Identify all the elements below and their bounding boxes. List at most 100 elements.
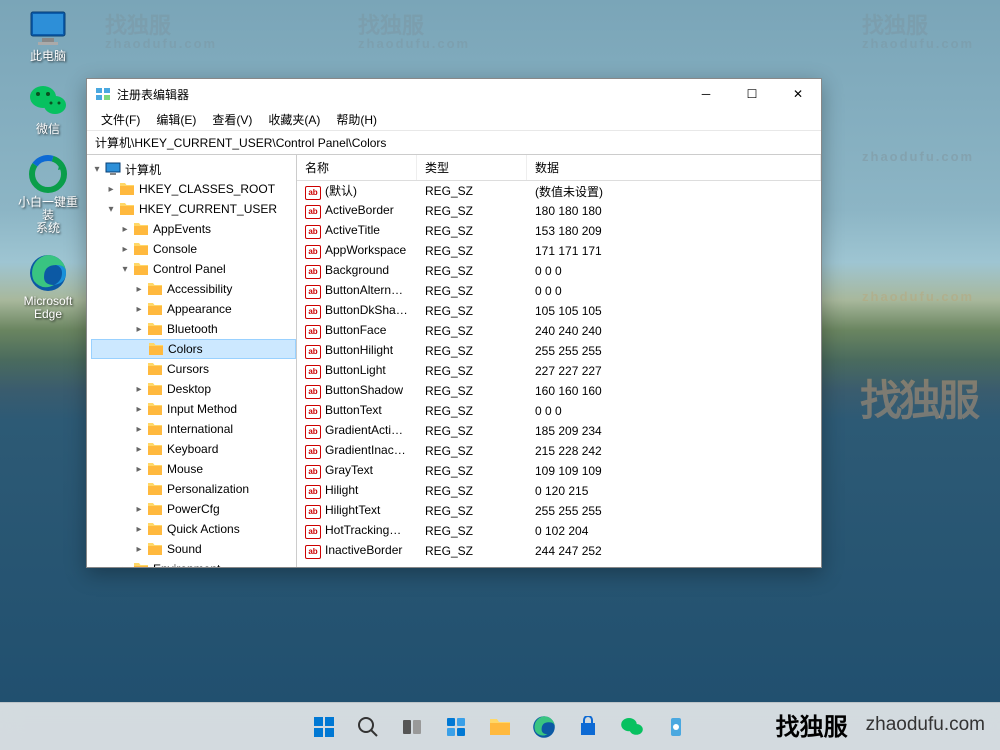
tree-item[interactable]: ▸Accessibility [91, 279, 296, 299]
registry-tree[interactable]: ▾计算机▸HKEY_CLASSES_ROOT▾HKEY_CURRENT_USER… [87, 155, 297, 567]
registry-value-row[interactable]: abButtonDkShad... REG_SZ 105 105 105 [297, 301, 821, 321]
string-icon: ab [305, 345, 321, 359]
registry-value-row[interactable]: ab(默认) REG_SZ (数值未设置) [297, 181, 821, 201]
explorer-button[interactable] [480, 707, 520, 747]
watermark-sub: zhaodufu.com [862, 37, 974, 50]
menu-edit[interactable]: 编辑(E) [148, 111, 204, 128]
string-icon: ab [305, 405, 321, 419]
desktop-icon-wechat[interactable]: 微信 [8, 81, 88, 136]
tree-item[interactable]: ▸Sound [91, 539, 296, 559]
tree-hkcr[interactable]: ▸HKEY_CLASSES_ROOT [91, 179, 296, 199]
registry-value-row[interactable]: abAppWorkspace REG_SZ 171 171 171 [297, 241, 821, 261]
app-button[interactable] [656, 707, 696, 747]
registry-value-row[interactable]: abButtonHilight REG_SZ 255 255 255 [297, 341, 821, 361]
string-icon: ab [305, 285, 321, 299]
search-button[interactable] [348, 707, 388, 747]
regedit-icon [95, 86, 111, 102]
registry-value-row[interactable]: abGrayText REG_SZ 109 109 109 [297, 461, 821, 481]
tree-root[interactable]: ▾计算机 [91, 159, 296, 179]
titlebar[interactable]: 注册表编辑器 ─ ☐ ✕ [87, 79, 821, 109]
tree-hkcu[interactable]: ▾HKEY_CURRENT_USER [91, 199, 296, 219]
maximize-button[interactable]: ☐ [729, 79, 775, 109]
registry-value-row[interactable]: abActiveBorder REG_SZ 180 180 180 [297, 201, 821, 221]
column-name[interactable]: 名称 [297, 155, 417, 180]
desktop-icon-label: 此电脑 [30, 50, 66, 63]
desktop-icon-pc[interactable]: 此电脑 [8, 8, 88, 63]
tree-item[interactable]: ▸Quick Actions [91, 519, 296, 539]
menu-favorites[interactable]: 收藏夹(A) [260, 111, 328, 128]
reinstall-icon [28, 154, 68, 194]
branding: 找独服 zhaodufu.com [776, 707, 985, 742]
close-button[interactable]: ✕ [775, 79, 821, 109]
pc-icon [28, 8, 68, 48]
regedit-window: 注册表编辑器 ─ ☐ ✕ 文件(F) 编辑(E) 查看(V) 收藏夹(A) 帮助… [86, 78, 822, 568]
watermark-text: 找独服 [105, 13, 171, 38]
wechat-taskbar-button[interactable] [612, 707, 652, 747]
tree-item[interactable]: ▸AppEvents [91, 219, 296, 239]
menu-help[interactable]: 帮助(H) [328, 111, 385, 128]
tree-item[interactable]: ▸Keyboard [91, 439, 296, 459]
registry-value-row[interactable]: abButtonLight REG_SZ 227 227 227 [297, 361, 821, 381]
registry-value-row[interactable]: abButtonText REG_SZ 0 0 0 [297, 401, 821, 421]
registry-value-row[interactable]: abButtonFace REG_SZ 240 240 240 [297, 321, 821, 341]
column-data[interactable]: 数据 [527, 155, 821, 180]
desktop-icon-edge[interactable]: Microsoft Edge [8, 253, 88, 321]
watermark-large: 找独服 [860, 380, 977, 422]
string-icon: ab [305, 445, 321, 459]
edge-icon [28, 253, 68, 293]
tree-item[interactable]: ▸International [91, 419, 296, 439]
minimize-button[interactable]: ─ [683, 79, 729, 109]
string-icon: ab [305, 385, 321, 399]
registry-value-row[interactable]: abGradientInactiv... REG_SZ 215 228 242 [297, 441, 821, 461]
tree-item[interactable]: ▾Control Panel [91, 259, 296, 279]
string-icon: ab [305, 465, 321, 479]
branding-cn: 找独服 [776, 707, 848, 742]
start-button[interactable] [304, 707, 344, 747]
string-icon: ab [305, 545, 321, 559]
edge-taskbar-button[interactable] [524, 707, 564, 747]
watermark-sub: zhaodufu.com [358, 37, 470, 50]
registry-value-row[interactable]: abActiveTitle REG_SZ 153 180 209 [297, 221, 821, 241]
menu-view[interactable]: 查看(V) [204, 111, 260, 128]
tree-item[interactable]: ▸PowerCfg [91, 499, 296, 519]
watermark-sub: zhaodufu.com [862, 150, 974, 163]
registry-value-row[interactable]: abHilight REG_SZ 0 120 215 [297, 481, 821, 501]
string-icon: ab [305, 485, 321, 499]
tree-item[interactable]: ▸Desktop [91, 379, 296, 399]
tree-item[interactable]: ▸Bluetooth [91, 319, 296, 339]
tree-item[interactable]: ▸Console [91, 239, 296, 259]
tree-item[interactable]: Personalization [91, 479, 296, 499]
string-icon: ab [305, 305, 321, 319]
tree-item[interactable]: ▸Environment [91, 559, 296, 567]
widgets-button[interactable] [436, 707, 476, 747]
registry-value-row[interactable]: abHilightText REG_SZ 255 255 255 [297, 501, 821, 521]
wechat-icon [28, 81, 68, 121]
tree-item[interactable]: ▸Appearance [91, 299, 296, 319]
tree-item[interactable]: Cursors [91, 359, 296, 379]
tree-item[interactable]: Colors [91, 339, 296, 359]
string-icon: ab [305, 325, 321, 339]
tree-item[interactable]: ▸Mouse [91, 459, 296, 479]
menu-file[interactable]: 文件(F) [93, 111, 148, 128]
taskview-button[interactable] [392, 707, 432, 747]
registry-value-row[interactable]: abButtonAlternat... REG_SZ 0 0 0 [297, 281, 821, 301]
registry-value-row[interactable]: abGradientActive... REG_SZ 185 209 234 [297, 421, 821, 441]
registry-value-row[interactable]: abHotTrackingCo... REG_SZ 0 102 204 [297, 521, 821, 541]
store-button[interactable] [568, 707, 608, 747]
list-header: 名称 类型 数据 [297, 155, 821, 181]
registry-values-list[interactable]: 名称 类型 数据 ab(默认) REG_SZ (数值未设置) abActiveB… [297, 155, 821, 567]
registry-value-row[interactable]: abInactiveBorder REG_SZ 244 247 252 [297, 541, 821, 561]
registry-value-row[interactable]: abBackground REG_SZ 0 0 0 [297, 261, 821, 281]
desktop-icons: 此电脑 微信 小白一键重装 系统 Microsoft Edge [8, 8, 88, 339]
string-icon: ab [305, 205, 321, 219]
menubar: 文件(F) 编辑(E) 查看(V) 收藏夹(A) 帮助(H) [87, 109, 821, 131]
desktop-icon-reinstall[interactable]: 小白一键重装 系统 [8, 154, 88, 235]
watermark-text: 找独服 [358, 13, 424, 38]
tree-item[interactable]: ▸Input Method [91, 399, 296, 419]
column-type[interactable]: 类型 [417, 155, 527, 180]
branding-url: zhaodufu.com [866, 714, 985, 736]
registry-value-row[interactable]: abButtonShadow REG_SZ 160 160 160 [297, 381, 821, 401]
address-bar[interactable]: 计算机\HKEY_CURRENT_USER\Control Panel\Colo… [87, 131, 821, 155]
window-title: 注册表编辑器 [117, 86, 683, 103]
string-icon: ab [305, 245, 321, 259]
